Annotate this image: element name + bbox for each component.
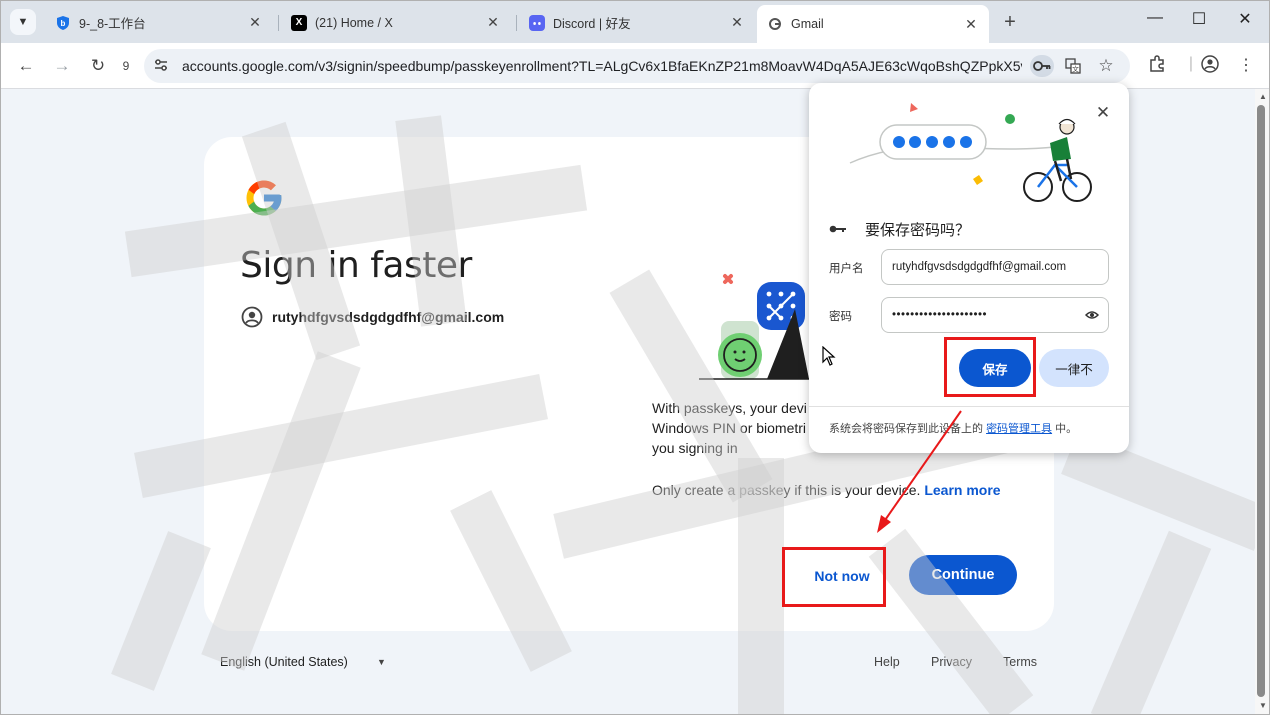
close-icon[interactable]: ✕ [1093,103,1113,123]
back-button[interactable]: ← [13,53,39,79]
tab-x-home[interactable]: X (21) Home / X ✕ [281,8,511,37]
continue-button[interactable]: Continue [909,555,1017,595]
privacy-link[interactable]: Privacy [931,655,972,669]
svg-text:b: b [61,19,66,28]
tab-title: (21) Home / X [315,15,393,30]
close-icon[interactable]: ✕ [485,14,501,31]
never-save-button[interactable]: 一律不 [1039,349,1109,387]
account-email[interactable]: rutyhdfgvsdsdgdgdfhf@gmail.com [272,309,504,325]
password-field[interactable]: ••••••••••••••••••••• [881,297,1109,333]
x-logo-icon: X [291,14,307,31]
mouse-cursor-icon [822,346,836,366]
new-tab-button[interactable]: + [999,11,1021,34]
language-selector[interactable]: English (United States) [220,655,348,669]
username-label: 用户名 [829,263,864,275]
tab-title: Discord | 好友 [553,17,631,31]
close-icon[interactable]: ✕ [963,16,979,33]
annotation-box-save [944,337,1036,397]
close-window-button[interactable]: ✕ [1223,9,1267,29]
reload-button[interactable]: ↻ [85,53,111,79]
forward-button[interactable]: → [49,53,75,79]
caret-down-icon[interactable]: ▼ [377,657,386,667]
more-menu-icon[interactable]: ⋮ [1234,55,1258,75]
popup-title: 要保存密码吗？ [865,222,971,239]
close-icon[interactable]: ✕ [247,14,263,31]
learn-more-link[interactable]: Learn more [924,482,1000,498]
help-link[interactable]: Help [874,655,900,669]
popup-divider [809,406,1129,407]
address-bar[interactable]: accounts.google.com/v3/signin/speedbump/… [144,49,1130,83]
key-icon [829,221,847,237]
device-notice: Only create a passkey if this is your de… [652,482,1001,498]
tab-separator [516,15,517,31]
shield-icon: b [55,15,71,31]
password-mask: ••••••••••••••••••••• [892,309,988,321]
tab-discord[interactable]: Discord | 好友 ✕ [519,8,755,37]
tab-separator [278,15,279,31]
page-title: Sign in faster [240,245,472,286]
password-label: 密码 [829,311,852,323]
save-password-popup: ✕ 要保存密码吗？ 用户名 rutyhdfgvsdsdgdgdfhf@gmail… [809,83,1129,453]
reload-badge: 9 [122,59,130,73]
tab-search-button[interactable]: ▼ [10,9,36,35]
eye-icon[interactable] [1084,308,1100,323]
tab-title: Gmail [791,17,824,31]
username-value: rutyhdfgvsdsdgdgdfhf@gmail.com [892,261,1067,273]
extensions-icon[interactable] [1145,55,1169,78]
description-line: With passkeys, your devi [652,400,807,416]
discord-icon [529,14,545,31]
tab-workbench[interactable]: b 9-_8-工作台 ✕ [45,8,273,37]
password-key-icon[interactable] [1030,55,1054,77]
translate-icon[interactable]: 文 [1061,55,1085,77]
username-field[interactable]: rutyhdfgvsdsdgdgdfhf@gmail.com [881,249,1109,285]
profile-avatar-icon[interactable] [1198,55,1222,78]
browser-window: ▼ b 9-_8-工作台 ✕ X (21) Home / X ✕ Discord… [0,0,1270,715]
tab-strip: ▼ b 9-_8-工作台 ✕ X (21) Home / X ✕ Discord… [1,1,1269,43]
scroll-down-arrow-icon[interactable]: ▼ [1256,701,1269,710]
minimize-button[interactable]: — [1133,9,1177,27]
scroll-up-arrow-icon[interactable]: ▲ [1256,92,1269,101]
description-line: Windows PIN or biometri [652,420,807,436]
site-settings-icon[interactable] [152,57,170,75]
footer-suffix: 中。 [1055,423,1078,435]
chevron-down-icon: ▼ [17,16,29,28]
svg-text:文: 文 [1072,65,1079,74]
footer-prefix: 系统会将密码保存到此设备上的 [829,423,983,435]
close-icon[interactable]: ✕ [729,14,745,31]
description-line: you signing in [652,440,738,456]
password-illustration [849,103,1092,202]
google-logo-icon [246,180,282,216]
terms-link[interactable]: Terms [1003,655,1037,669]
maximize-button[interactable]: ☐ [1177,9,1221,29]
passkey-description: With passkeys, your devi Windows PIN or … [652,398,822,458]
google-icon [767,16,783,32]
account-circle-icon [241,306,263,328]
tab-title: 9-_8-工作台 [79,17,146,31]
tab-gmail[interactable]: Gmail ✕ [757,5,989,43]
password-manager-link[interactable]: 密码管理工具 [986,423,1052,435]
popup-footer: 系统会将密码保存到此设备上的 密码管理工具 中。 [829,420,1077,436]
device-notice-text: Only create a passkey if this is your de… [652,482,921,498]
scrollbar-thumb[interactable] [1257,105,1265,697]
annotation-box-not-now [782,547,886,607]
url-text: accounts.google.com/v3/signin/speedbump/… [182,58,1022,74]
passkey-illustration [699,274,809,380]
bookmark-star-icon[interactable]: ☆ [1094,55,1118,77]
